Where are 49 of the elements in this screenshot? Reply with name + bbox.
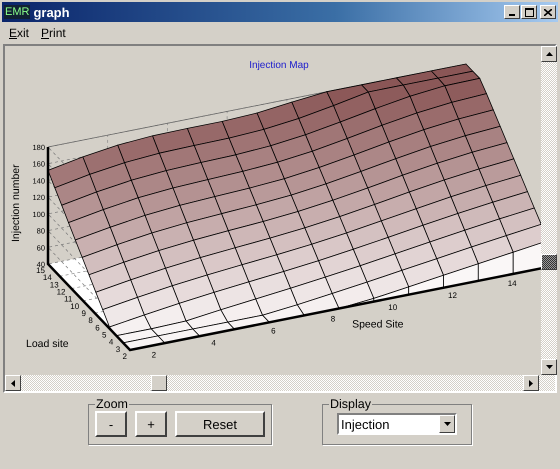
axis-tick-label: 6 — [95, 323, 100, 332]
app-icon: EMR — [4, 5, 30, 19]
axis-tick-label: 14 — [508, 279, 517, 288]
up-arrow-icon — [546, 52, 552, 56]
axis-tick-label: 9 — [82, 309, 86, 318]
axis-tick-label: 4 — [211, 338, 216, 348]
axis-tick-label: 4 — [108, 338, 114, 347]
group-label: Zoom — [95, 397, 129, 411]
scrollbar-thumb[interactable] — [541, 254, 557, 270]
scroll-right-button[interactable] — [523, 375, 539, 391]
axis-tick-label: 13 — [50, 280, 59, 290]
scroll-up-button[interactable] — [541, 46, 557, 62]
scroll-left-button[interactable] — [5, 375, 21, 391]
right-arrow-icon — [529, 380, 533, 386]
axis-tick-label: 10 — [70, 302, 80, 311]
axis-tick-label: 11 — [64, 294, 72, 304]
close-icon — [544, 8, 552, 16]
zoom-button[interactable]: Reset — [175, 411, 265, 437]
menu-item[interactable]: Exit — [4, 26, 34, 40]
zoom-button[interactable]: - — [95, 411, 127, 437]
axis-tick-label: 10 — [388, 302, 398, 312]
axis-label: Speed Site — [352, 318, 404, 331]
window-title: graph — [33, 4, 70, 20]
axis-tick-label: 8 — [330, 314, 336, 324]
axis-tick-label: 6 — [271, 326, 276, 336]
axis-tick-label: 2 — [152, 350, 156, 360]
axis-tick-label: 12 — [448, 290, 457, 300]
left-arrow-icon — [11, 380, 15, 386]
axis-tick-label: 12 — [56, 288, 66, 296]
axis-tick-label: 5 — [102, 330, 106, 340]
minimize-button[interactable] — [504, 5, 520, 19]
chart-title: Injection Map — [249, 60, 309, 71]
axis-label: Load site — [26, 338, 69, 350]
display-dropdown[interactable]: Injection — [337, 413, 457, 435]
maximize-button[interactable] — [521, 5, 537, 19]
axis-tick-label: 2 — [122, 352, 127, 361]
axis-tick-label: 8 — [88, 316, 93, 326]
down-arrow-icon — [546, 365, 552, 369]
maximize-icon — [524, 8, 534, 16]
zoom-button[interactable]: + — [135, 411, 167, 437]
menu-item[interactable]: Print — [36, 26, 71, 40]
close-button[interactable] — [540, 5, 556, 19]
axis-tick-label: 15 — [36, 266, 45, 275]
scroll-down-button[interactable] — [541, 359, 557, 375]
axis-tick-label: 3 — [116, 344, 120, 354]
axis-label: Injection number — [10, 164, 22, 242]
axis-tick-label: 14 — [42, 273, 52, 282]
group-label: Display — [329, 397, 372, 411]
scrollbar-thumb[interactable] — [151, 375, 167, 391]
